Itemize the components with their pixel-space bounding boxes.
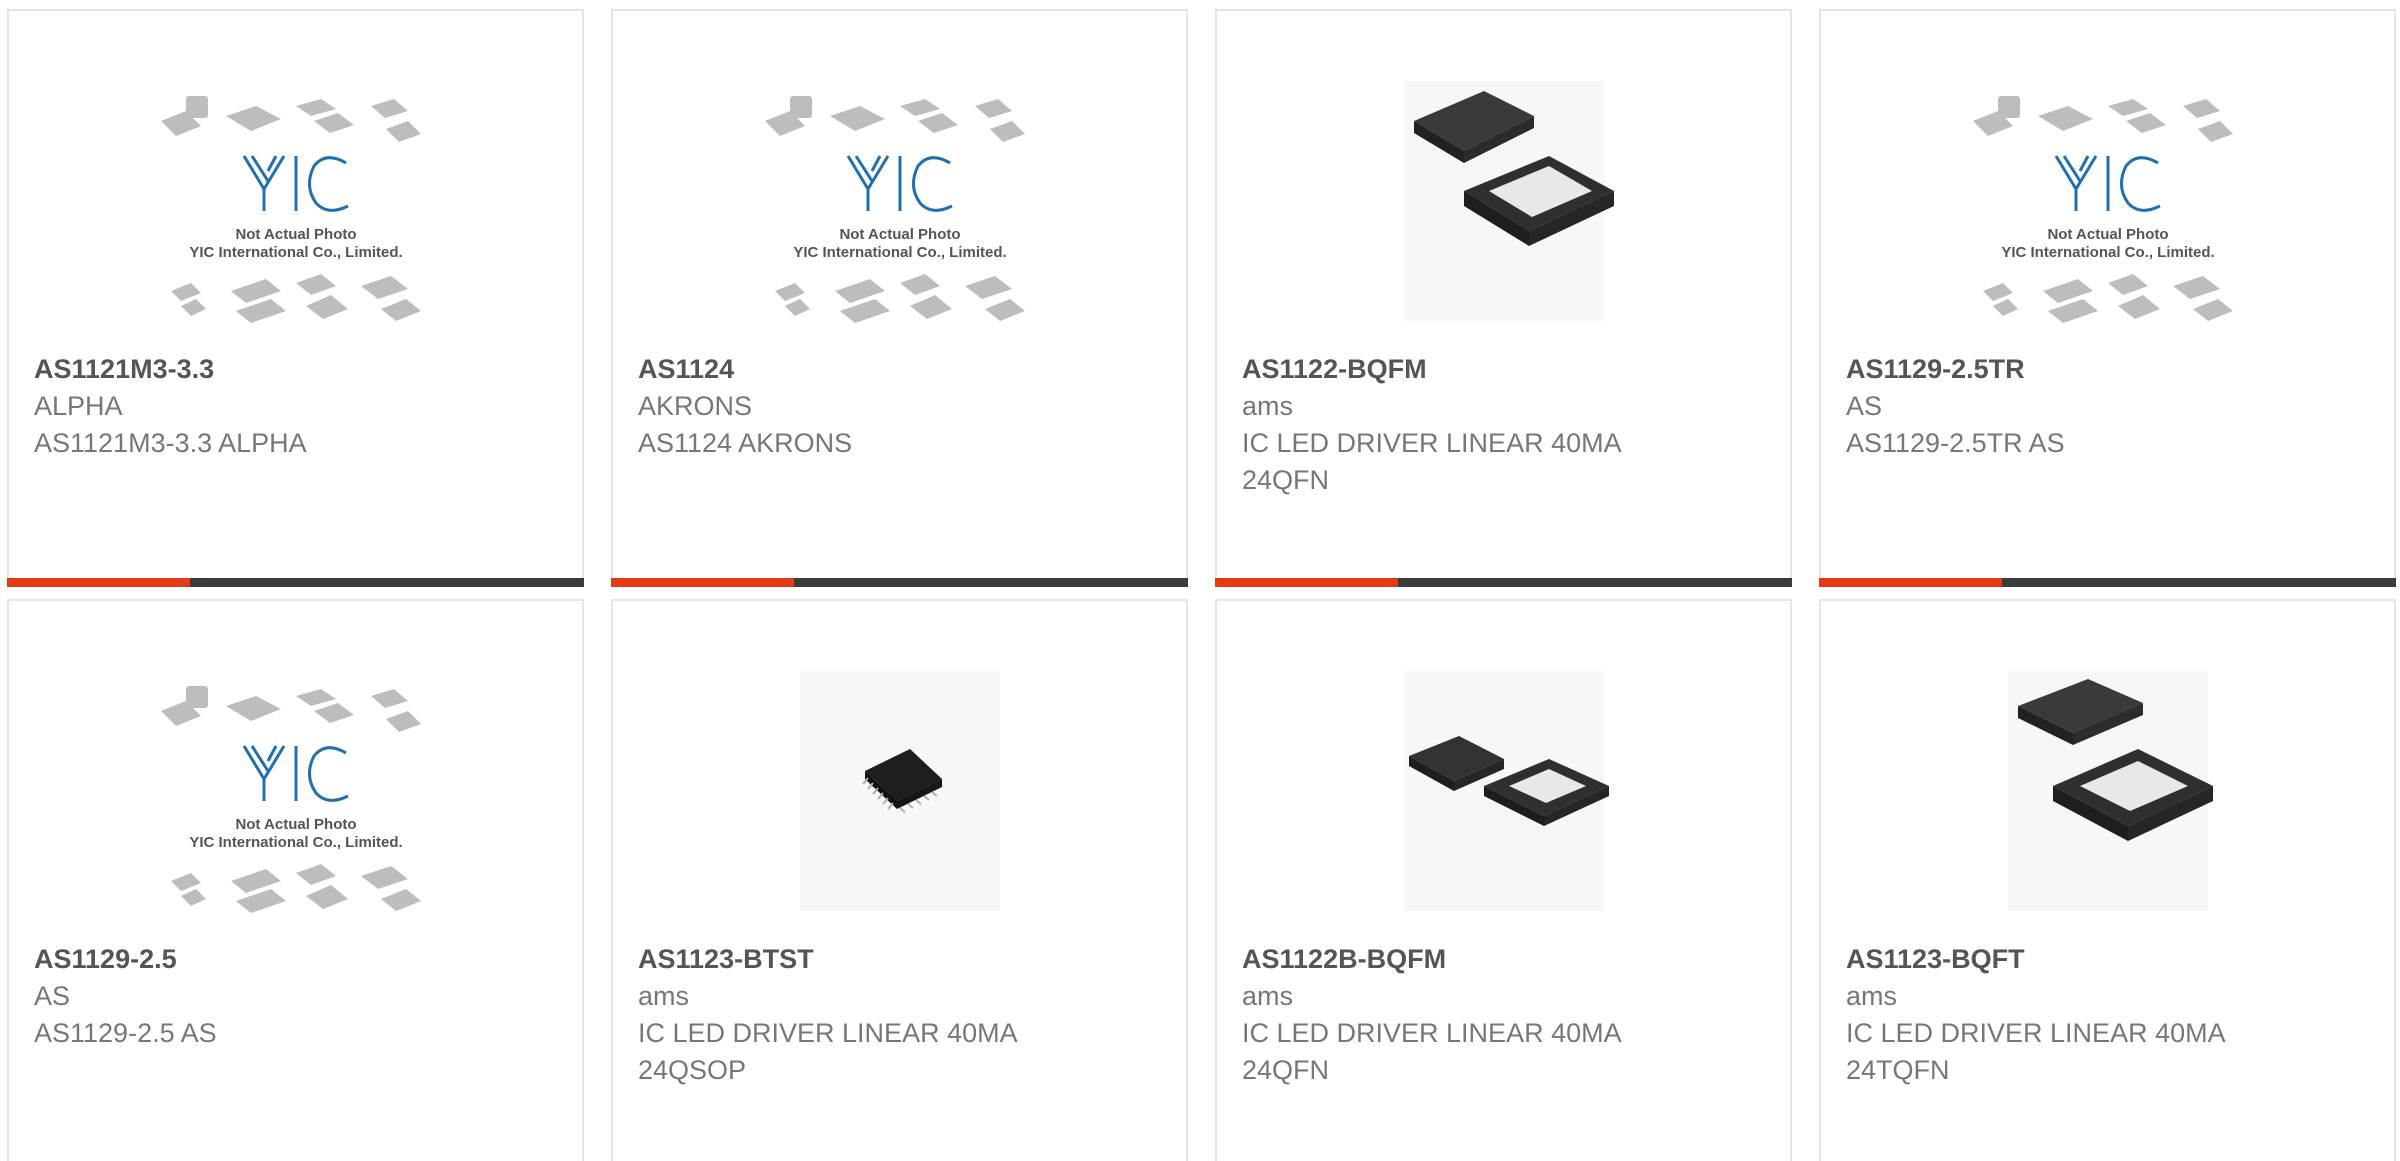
- part-number[interactable]: AS1123-BQFT: [1846, 941, 2369, 978]
- description: AS1121M3-3.3 ALPHA: [34, 428, 307, 458]
- description: AS1124 AKRONS: [638, 428, 853, 458]
- svg-text:Not Actual Photo: Not Actual Photo: [839, 226, 960, 243]
- accent-bar: [1819, 578, 2002, 587]
- placeholder-image[interactable]: Not Actual Photo YIC International Co., …: [1968, 71, 2248, 331]
- brand: ams: [1846, 981, 1898, 1011]
- placeholder-image[interactable]: Not Actual Photo YIC International Co., …: [156, 71, 436, 331]
- placeholder-image[interactable]: Not Actual Photo YIC International Co., …: [156, 661, 436, 921]
- description: AS1129-2.5 AS: [34, 1018, 217, 1048]
- brand: ALPHA: [34, 391, 123, 421]
- description: IC LED DRIVER LINEAR 40MA 24QSOP: [638, 1018, 1017, 1085]
- product-card[interactable]: Not Actual Photo YIC International Co., …: [611, 9, 1188, 587]
- description: IC LED DRIVER LINEAR 40MA 24QFN: [1242, 1018, 1621, 1085]
- description: AS1129-2.5TR AS: [1846, 428, 2065, 458]
- svg-text:YIC International Co., Limited: YIC International Co., Limited.: [2001, 244, 2214, 261]
- brand: ams: [1242, 981, 1294, 1011]
- part-number[interactable]: AS1121M3-3.3: [34, 351, 557, 388]
- placeholder-image[interactable]: Not Actual Photo YIC International Co., …: [760, 71, 1040, 331]
- brand: AS: [1846, 391, 1883, 421]
- brand: AS: [34, 981, 71, 1011]
- accent-bar: [7, 578, 190, 587]
- description: IC LED DRIVER LINEAR 40MA 24TQFN: [1846, 1018, 2225, 1085]
- qfn-chip-image[interactable]: [1364, 71, 1644, 331]
- qfn-chip-image[interactable]: [1968, 661, 2248, 921]
- product-grid: Not Actual Photo YIC International Co., …: [0, 0, 2400, 1161]
- part-number[interactable]: AS1124: [638, 351, 1161, 388]
- part-number[interactable]: AS1129-2.5: [34, 941, 557, 978]
- accent-bar: [1215, 578, 1398, 587]
- brand: ams: [1242, 391, 1294, 421]
- card-bar: [7, 578, 584, 587]
- qsop-chip-image[interactable]: [760, 661, 1040, 921]
- svg-text:YIC International Co., Limited: YIC International Co., Limited.: [793, 244, 1006, 261]
- product-card[interactable]: AS1122B-BQFM ams IC LED DRIVER LINEAR 40…: [1215, 599, 1792, 1161]
- part-number[interactable]: AS1123-BTST: [638, 941, 1161, 978]
- card-bar: [1215, 578, 1792, 587]
- accent-bar: [611, 578, 794, 587]
- product-card[interactable]: AS1123-BTST ams IC LED DRIVER LINEAR 40M…: [611, 599, 1188, 1161]
- svg-text:YIC International Co., Limited: YIC International Co., Limited.: [189, 834, 402, 851]
- brand: ams: [638, 981, 690, 1011]
- svg-text:YIC International Co., Limited: YIC International Co., Limited.: [189, 244, 402, 261]
- card-bar: [611, 578, 1188, 587]
- card-bar: [1819, 578, 2396, 587]
- part-number[interactable]: AS1122-BQFM: [1242, 351, 1765, 388]
- part-number[interactable]: AS1129-2.5TR: [1846, 351, 2369, 388]
- product-card[interactable]: Not Actual Photo YIC International Co., …: [7, 9, 584, 587]
- svg-text:Not Actual Photo: Not Actual Photo: [2047, 226, 2168, 243]
- part-number[interactable]: AS1122B-BQFM: [1242, 941, 1765, 978]
- product-card[interactable]: Not Actual Photo YIC International Co., …: [7, 599, 584, 1161]
- product-card[interactable]: Not Actual Photo YIC International Co., …: [1819, 9, 2396, 587]
- brand: AKRONS: [638, 391, 753, 421]
- description: IC LED DRIVER LINEAR 40MA 24QFN: [1242, 428, 1621, 495]
- svg-text:Not Actual Photo: Not Actual Photo: [235, 226, 356, 243]
- product-card[interactable]: AS1123-BQFT ams IC LED DRIVER LINEAR 40M…: [1819, 599, 2396, 1161]
- qfn-chip-image[interactable]: [1364, 661, 1644, 921]
- product-card[interactable]: AS1122-BQFM ams IC LED DRIVER LINEAR 40M…: [1215, 9, 1792, 587]
- svg-text:Not Actual Photo: Not Actual Photo: [235, 816, 356, 833]
